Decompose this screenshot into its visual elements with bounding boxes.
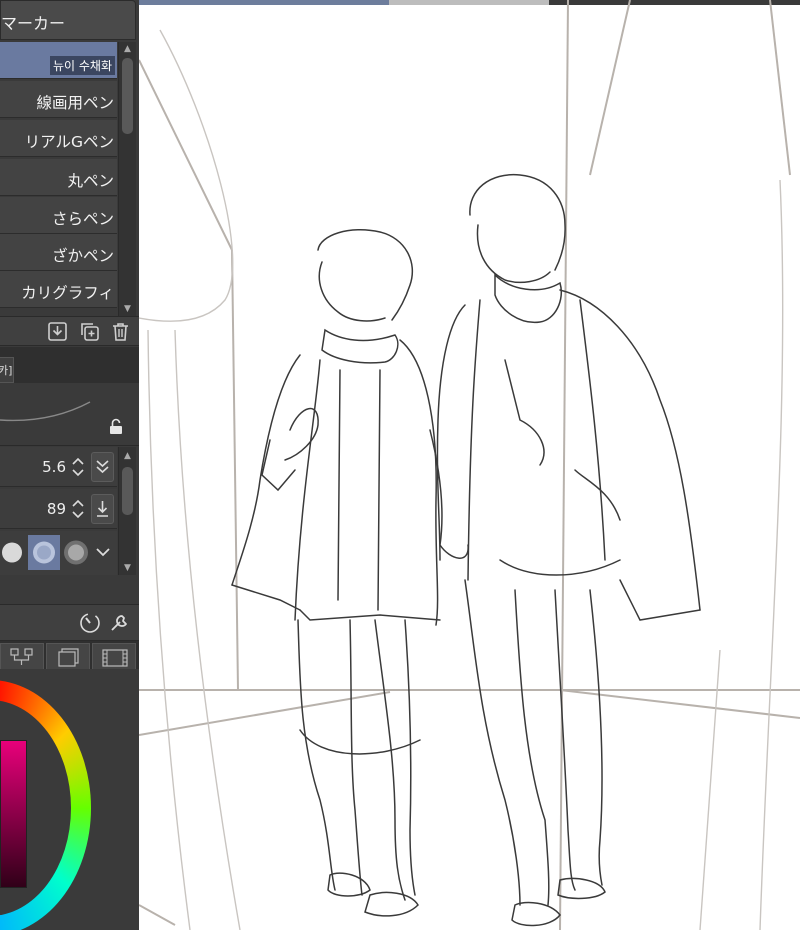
scroll-up-icon[interactable]: ▲ [119,449,136,463]
node-icon [10,648,33,665]
wrench-icon[interactable] [108,612,132,634]
blur-tip-icon[interactable] [60,535,92,570]
brush-item-label: さらペン [51,210,114,228]
brush-tip-row [0,531,117,575]
brush-item-calligraphy[interactable]: カリグラフィ [0,271,117,308]
trash-icon[interactable] [110,321,131,342]
saturation-value-square[interactable] [0,740,27,888]
sub-tool-group-title: マーカー [1,14,66,33]
brush-item-lineart-pen[interactable]: 線画用ペン [0,81,117,118]
brush-item-label: 뉴이 수채화 [49,56,115,75]
tool-property-panel: マーカー 뉴이 수채화 線画用ペン リアルGペン 丸ペン さらペン ざかペン カ… [0,0,139,930]
stroke-preview-curve [0,401,91,422]
dial-icon[interactable] [79,612,101,634]
brush-item-round-pen[interactable]: 丸ペン [0,159,117,196]
double-chevron-down-icon [96,460,109,474]
tab-property[interactable]: 카] [0,357,14,383]
brush-item-sara-pen[interactable]: さらペン [0,197,117,234]
scroll-up-icon[interactable]: ▲ [119,42,136,56]
scroll-thumb[interactable] [122,58,133,134]
duplicate-icon[interactable] [79,321,100,342]
brush-size-value[interactable]: 5.6 [42,458,66,476]
tab-animation[interactable] [92,643,136,669]
sub-tool-group-tab[interactable]: マーカー [0,0,136,40]
brush-item-watercolor[interactable]: 뉴이 수채화 [0,42,117,79]
film-icon [102,649,128,667]
brush-list-scrollbar[interactable]: ▲ ▼ [118,42,136,316]
brush-item-zaka-pen[interactable]: ざかペン [0,234,117,271]
property-scrollbar[interactable]: ▲ ▼ [118,447,136,575]
density-dynamics-button[interactable] [91,494,114,524]
layers-icon [58,648,79,667]
property-spacer-row [0,575,139,605]
lock-icon[interactable] [107,418,125,436]
brush-item-label: 丸ペン [67,172,114,190]
soft-tip-icon [33,541,55,564]
brush-size-spinner[interactable] [70,454,86,480]
scroll-down-icon[interactable]: ▼ [119,561,136,575]
download-icon[interactable] [47,321,68,342]
stroke-preview [0,384,139,446]
brush-item-label: リアルGペン [24,133,114,151]
sketch-artwork [139,0,800,930]
size-dynamics-button[interactable] [91,452,114,482]
tab-property-label: 카] [0,364,13,377]
chevron-down-icon[interactable] [94,543,112,561]
brush-item-label: 線画用ペン [36,94,114,112]
brush-size-row[interactable]: 5.6 [0,447,117,487]
density-row[interactable]: 89 [0,489,117,529]
brush-list: 뉴이 수채화 線画用ペン リアルGペン 丸ペン さらペン ざかペン カリグラフィ… [0,42,139,316]
brush-item-label: ざかペン [51,247,114,265]
brush-list-toolbar [0,316,139,346]
brush-item-real-g-pen[interactable]: リアルGペン [0,120,117,157]
color-wheel-area [0,669,139,930]
tab-layer[interactable] [46,643,90,669]
property-tab-strip: 카] [0,347,139,383]
brush-item-label: カリグラフィ [21,284,114,302]
density-spinner[interactable] [70,496,86,522]
arrow-down-bar-icon [97,501,108,517]
scroll-thumb[interactable] [122,467,133,515]
tab-color-set[interactable] [0,643,44,669]
density-value[interactable]: 89 [47,500,66,518]
property-footer [0,605,139,641]
scroll-down-icon[interactable]: ▼ [119,302,136,316]
drawing-canvas[interactable] [139,0,800,930]
palette-tab-strip [0,641,139,669]
soft-tip-selected[interactable] [28,535,60,570]
